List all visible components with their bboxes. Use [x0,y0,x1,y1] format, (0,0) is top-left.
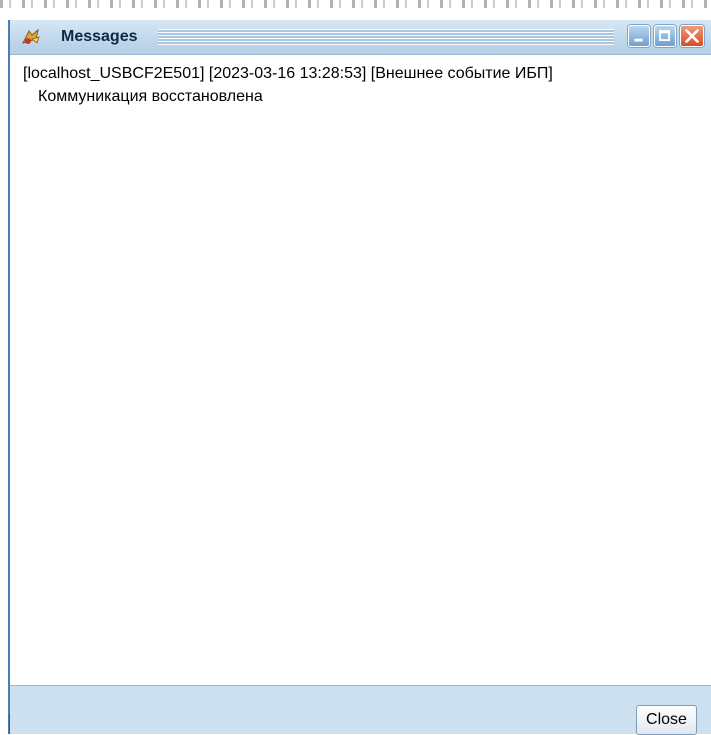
window-title: Messages [61,28,138,45]
maximize-icon [659,30,670,41]
background-app-strip [0,0,711,18]
message-body: Коммуникация восстановлена [38,88,263,105]
messages-dialog: Messages [localhost_USBCF2E501] [2023-03… [10,20,711,735]
titlebar-grip [158,29,614,45]
maximize-button[interactable] [654,25,676,47]
close-icon [685,29,699,43]
message-header: [localhost_USBCF2E501] [2023-03-16 13:28… [23,65,553,82]
close-button[interactable]: Close [636,705,697,735]
background-partial-text [0,0,711,8]
minimize-button[interactable] [628,25,650,47]
messages-app-icon [22,28,40,44]
titlebar[interactable]: Messages [10,20,711,54]
dialog-footer: Close [10,686,711,735]
minimize-icon [634,38,643,42]
close-window-button[interactable] [680,25,704,47]
messages-log[interactable]: [localhost_USBCF2E501] [2023-03-16 13:28… [10,54,711,686]
